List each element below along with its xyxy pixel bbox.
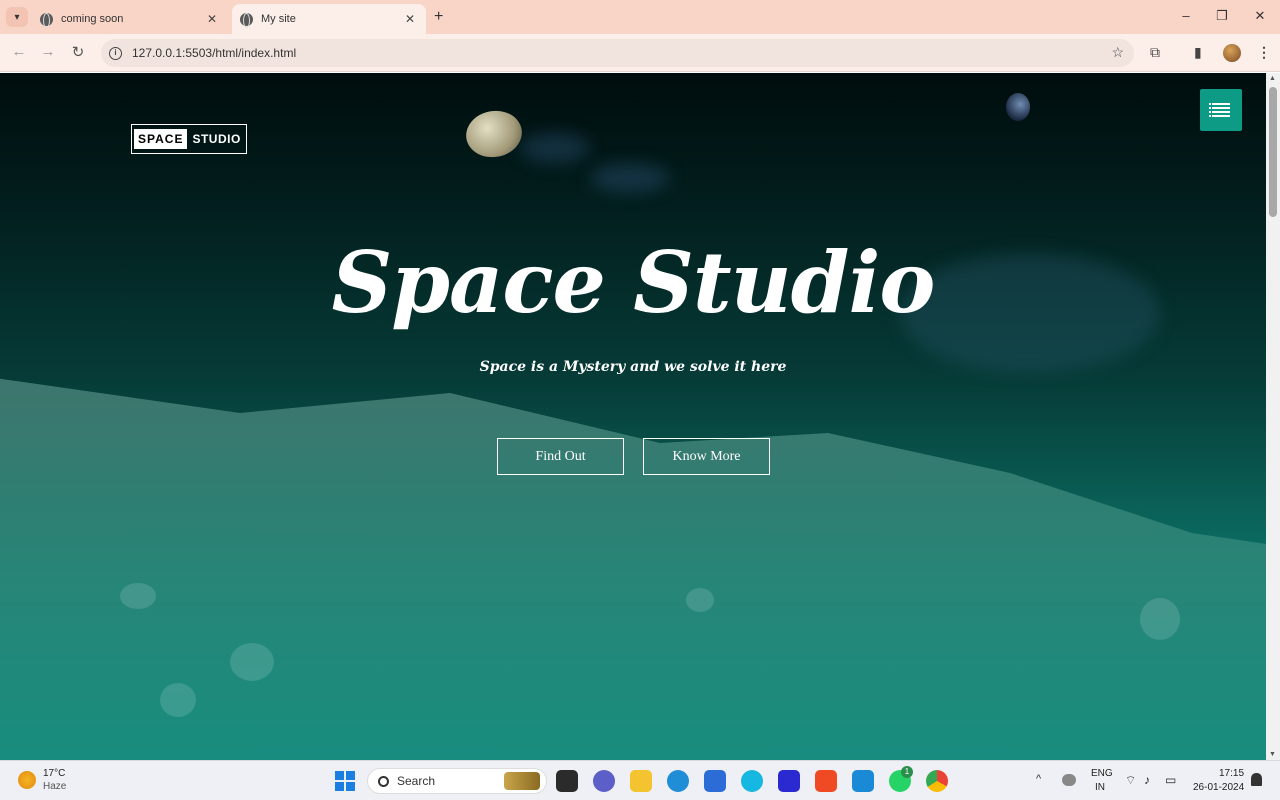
tab-search-icon[interactable]: ▾	[6, 7, 28, 27]
volume-icon[interactable]: ♪	[1144, 773, 1150, 787]
close-window-icon[interactable]: ✕	[1250, 8, 1270, 24]
taskbar-search[interactable]: Search	[367, 768, 547, 794]
windows-start-icon[interactable]	[335, 771, 355, 791]
teams-icon[interactable]	[593, 770, 615, 792]
tab-coming-soon[interactable]: coming soon ✕	[32, 4, 228, 34]
bell-icon[interactable]	[1251, 773, 1262, 786]
browser-toolbar: ← → ↻ i 127.0.0.1:5503/html/index.html ☆…	[0, 34, 1280, 72]
nebula-cloud	[590, 163, 670, 193]
crater	[160, 683, 196, 717]
clock-time[interactable]: 17:15	[1219, 768, 1244, 779]
reload-icon[interactable]: ↻	[68, 43, 88, 61]
crater	[1140, 598, 1180, 640]
wifi-icon[interactable]: ⌔	[1125, 773, 1136, 788]
page-viewport: SPACE STUDIO Space Studio Space is a Mys…	[0, 73, 1266, 760]
forward-icon[interactable]: →	[38, 43, 58, 60]
weather-desc[interactable]: Haze	[43, 781, 66, 792]
region-indicator[interactable]: IN	[1095, 782, 1105, 793]
chevron-up-icon[interactable]: ^	[1036, 773, 1041, 785]
back-icon[interactable]: ←	[9, 43, 29, 60]
language-indicator[interactable]: ENG	[1091, 768, 1113, 779]
info-icon[interactable]: i	[109, 46, 122, 60]
new-tab-button[interactable]: +	[434, 8, 443, 26]
notification-badge: 1	[901, 766, 913, 778]
search-icon	[378, 775, 389, 787]
crater	[686, 588, 714, 612]
store-icon[interactable]	[704, 770, 726, 792]
minimize-icon[interactable]: –	[1176, 8, 1196, 23]
side-panel-icon[interactable]: ▮	[1194, 44, 1202, 61]
logo-text-studio: STUDIO	[192, 132, 241, 146]
tab-title: coming soon	[61, 13, 124, 25]
search-label: Search	[397, 774, 436, 788]
scroll-up-icon[interactable]: ▲	[1269, 75, 1276, 82]
tab-strip: ▾ coming soon ✕ My site ✕ + – ❐ ✕	[0, 0, 1280, 34]
task-view-icon[interactable]	[556, 770, 578, 792]
maximize-icon[interactable]: ❐	[1212, 8, 1232, 24]
star-icon[interactable]: ☆	[1111, 44, 1124, 61]
nebula-cloud	[520, 133, 590, 163]
close-icon[interactable]: ✕	[204, 12, 220, 26]
logo-text-space: SPACE	[134, 129, 188, 149]
close-icon[interactable]: ✕	[402, 12, 418, 26]
more-menu-icon[interactable]: ⋮	[1257, 44, 1271, 61]
scroll-thumb[interactable]	[1269, 87, 1277, 217]
site-logo[interactable]: SPACE STUDIO	[131, 124, 247, 154]
weather-icon[interactable]	[18, 771, 36, 789]
planet-image	[462, 106, 526, 162]
know-more-button[interactable]: Know More	[643, 438, 770, 475]
planet-image	[1006, 93, 1030, 121]
find-out-button[interactable]: Find Out	[497, 438, 624, 475]
alexa-icon[interactable]	[741, 770, 763, 792]
edge-icon[interactable]	[667, 770, 689, 792]
weather-temp[interactable]: 17°C	[43, 768, 65, 779]
hero-subtitle: Space is a Mystery and we solve it here	[479, 359, 787, 375]
address-bar[interactable]: i 127.0.0.1:5503/html/index.html ☆	[101, 39, 1134, 67]
tab-my-site[interactable]: My site ✕	[232, 4, 426, 34]
vscode-icon[interactable]	[852, 770, 874, 792]
tray-weather-icon[interactable]	[1062, 774, 1076, 786]
battery-icon[interactable]: ▭	[1165, 773, 1176, 787]
taskbar: 17°C Haze Search 1 ^ ENG IN ⌔ ♪ ▭ 17:15 …	[0, 760, 1280, 800]
chrome-icon[interactable]	[926, 770, 948, 792]
hero-title: Space Studio	[331, 233, 936, 332]
clock-date[interactable]: 26-01-2024	[1193, 782, 1244, 793]
tab-title: My site	[261, 13, 296, 25]
scroll-down-icon[interactable]: ▼	[1269, 751, 1276, 758]
crater	[120, 583, 156, 609]
globe-icon	[240, 12, 253, 28]
list-icon[interactable]	[1200, 89, 1242, 131]
profile-avatar[interactable]	[1223, 44, 1241, 62]
globe-icon	[40, 12, 53, 28]
page-scrollbar[interactable]: ▲ ▼	[1266, 73, 1280, 760]
folder-icon[interactable]	[630, 770, 652, 792]
search-highlight-image	[504, 772, 540, 790]
extensions-icon[interactable]: ⧉	[1150, 44, 1160, 61]
url-text[interactable]: 127.0.0.1:5503/html/index.html	[132, 46, 296, 60]
design-icon[interactable]	[778, 770, 800, 792]
brave-icon[interactable]	[815, 770, 837, 792]
crater	[230, 643, 274, 681]
